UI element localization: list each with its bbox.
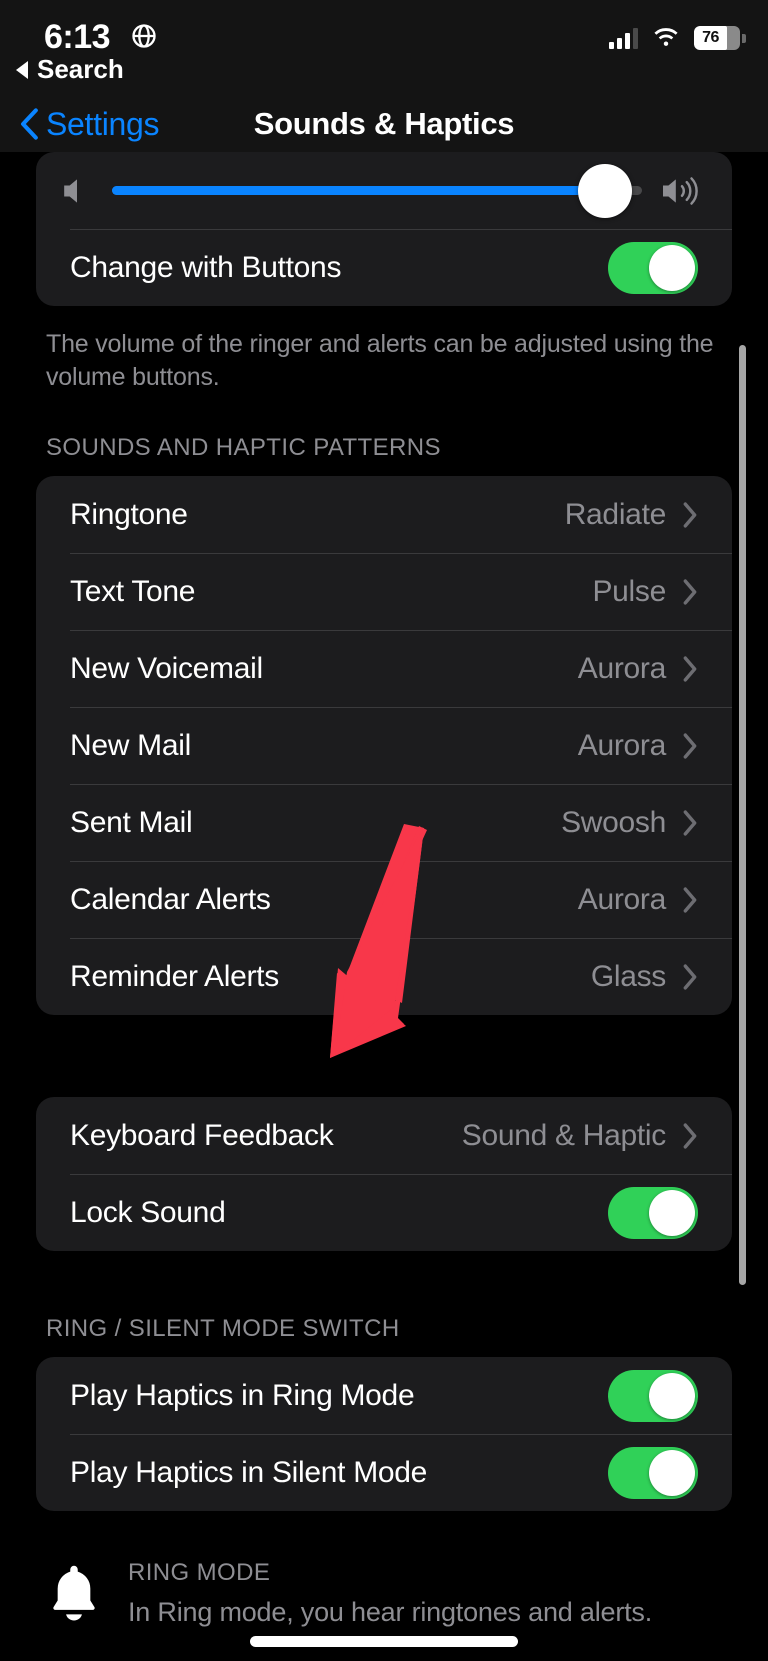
chevron-right-icon (683, 886, 697, 913)
row-label: Play Haptics in Ring Mode (70, 1378, 415, 1412)
change-with-buttons-toggle[interactable] (608, 241, 698, 294)
chevron-right-icon (683, 1122, 697, 1149)
sounds-section-header: SOUNDS AND HAPTIC PATTERNS (46, 434, 441, 461)
row-label: Calendar Alerts (70, 882, 271, 916)
ringer-volume-slider[interactable] (112, 163, 642, 218)
row-label: Keyboard Feedback (70, 1118, 334, 1152)
back-triangle-icon (16, 60, 28, 79)
row-value: Pulse (592, 574, 666, 608)
slider-knob[interactable] (577, 163, 632, 218)
change-with-buttons-label: Change with Buttons (70, 250, 342, 284)
volume-footnote: The volume of the ringer and alerts can … (46, 330, 714, 391)
iphone-screen: 6:13 76 Search Settings Sounds & Haptics… (0, 0, 768, 1661)
battery-percent: 76 (702, 29, 719, 46)
keyboard-group: Keyboard Feedback Sound & Haptic Lock So… (36, 1097, 732, 1251)
row-label: New Mail (70, 728, 191, 762)
row-label: Lock Sound (70, 1195, 226, 1229)
row-value: Glass (590, 959, 666, 993)
row-value: Radiate (564, 497, 667, 531)
wifi-icon (654, 28, 678, 46)
ringer-volume-row (36, 152, 732, 229)
row-label: Sent Mail (70, 805, 193, 839)
row-value: Swoosh (561, 805, 666, 839)
navigation-bar: Settings Sounds & Haptics (0, 96, 768, 152)
page-title: Sounds & Haptics (253, 106, 515, 141)
play-haptics-silent-mode-toggle[interactable] (608, 1446, 698, 1499)
row-play-haptics-silent-mode[interactable]: Play Haptics in Silent Mode (36, 1434, 732, 1511)
row-calendar-alerts[interactable]: Calendar Alerts Aurora (36, 861, 732, 938)
row-value: Sound & Haptic (461, 1118, 667, 1152)
home-indicator (250, 1636, 518, 1647)
chevron-right-icon (683, 578, 697, 605)
row-label: Reminder Alerts (70, 959, 279, 993)
battery-icon: 76 (694, 26, 746, 50)
sounds-group: Ringtone Radiate Text Tone Pulse New Voi… (36, 476, 732, 1015)
row-keyboard-feedback[interactable]: Keyboard Feedback Sound & Haptic (36, 1097, 732, 1174)
row-value: Aurora (577, 728, 667, 762)
status-bar-indicators: 76 (609, 26, 746, 50)
row-label: Ringtone (70, 497, 188, 531)
row-value: Aurora (577, 882, 667, 916)
globe-icon (132, 24, 156, 48)
row-text-tone[interactable]: Text Tone Pulse (36, 553, 732, 630)
row-label: New Voicemail (70, 651, 263, 685)
bell-icon (53, 1565, 95, 1621)
back-to-search-chip[interactable]: Search (16, 54, 124, 85)
ring-silent-group: Play Haptics in Ring Mode Play Haptics i… (36, 1357, 732, 1511)
ring-silent-section-header: RING / SILENT MODE SWITCH (46, 1315, 400, 1342)
speaker-off-icon (64, 178, 77, 203)
ring-mode-info: RING MODE In Ring mode, you hear rington… (46, 1559, 722, 1628)
ring-mode-info-body: In Ring mode, you hear ringtones and ale… (128, 1597, 653, 1627)
row-sent-mail[interactable]: Sent Mail Swoosh (36, 784, 732, 861)
chevron-right-icon (683, 963, 697, 990)
row-lock-sound[interactable]: Lock Sound (36, 1174, 732, 1251)
ring-mode-info-title: RING MODE (128, 1559, 271, 1586)
row-play-haptics-ring-mode[interactable]: Play Haptics in Ring Mode (36, 1357, 732, 1434)
row-value: Aurora (577, 651, 667, 685)
volume-group: Change with Buttons (36, 152, 732, 306)
row-label: Play Haptics in Silent Mode (70, 1455, 428, 1489)
chevron-right-icon (683, 732, 697, 759)
row-new-voicemail[interactable]: New Voicemail Aurora (36, 630, 732, 707)
lock-sound-toggle[interactable] (608, 1186, 698, 1239)
row-reminder-alerts[interactable]: Reminder Alerts Glass (36, 938, 732, 1015)
row-new-mail[interactable]: New Mail Aurora (36, 707, 732, 784)
cellular-bars-icon (609, 27, 638, 49)
speaker-wave-icon (663, 176, 698, 205)
row-ringtone[interactable]: Ringtone Radiate (36, 476, 732, 553)
chevron-right-icon (683, 655, 697, 682)
chevron-right-icon (683, 809, 697, 836)
change-with-buttons-row[interactable]: Change with Buttons (36, 229, 732, 306)
play-haptics-ring-mode-toggle[interactable] (608, 1369, 698, 1422)
status-bar-time: 6:13 (44, 18, 111, 56)
back-to-search-label: Search (37, 54, 124, 84)
vertical-scrollbar[interactable] (739, 345, 746, 1285)
settings-scroll-view[interactable]: Change with Buttons The volume of the ri… (0, 152, 768, 1661)
row-label: Text Tone (70, 574, 196, 608)
chevron-right-icon (683, 501, 697, 528)
